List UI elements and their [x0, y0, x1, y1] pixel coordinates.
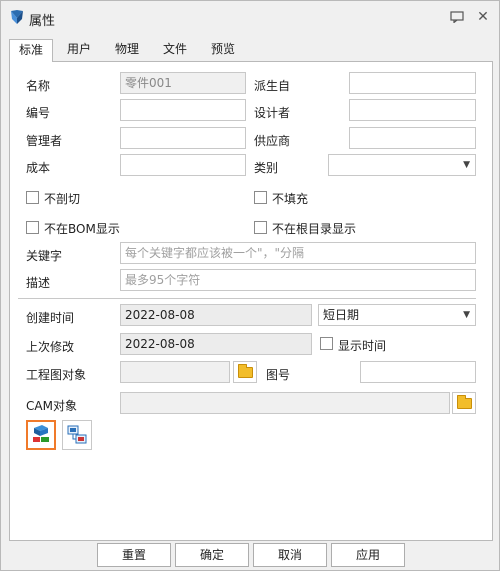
tab-preview[interactable]: 预览	[205, 39, 241, 61]
no-section-label: 不剖切	[44, 192, 81, 206]
divider	[18, 298, 476, 299]
standard-panel: 名称 零件001 派生自 编号 设计者 管理者 供应商 成本 类别 ▼ 不剖切 …	[9, 61, 493, 541]
drawing-browse-button[interactable]	[233, 361, 257, 383]
close-icon[interactable]: ✕	[473, 7, 493, 27]
cam-browse-button[interactable]	[452, 392, 476, 414]
designer-field[interactable]	[349, 99, 476, 121]
assembly-object-button[interactable]	[62, 420, 92, 450]
category-label: 类别	[254, 161, 279, 175]
apply-button[interactable]: 应用	[331, 543, 405, 567]
cam-object-field[interactable]	[120, 392, 450, 414]
properties-dialog: 属性 ✕ 标准 用户 物理 文件 预览 名称 零件001 派生自 编号 设计者 …	[0, 0, 500, 571]
manager-label: 管理者	[26, 134, 63, 148]
no-section-checkbox[interactable]	[26, 191, 39, 204]
chevron-down-icon: ▼	[463, 310, 470, 320]
cost-label: 成本	[26, 161, 51, 175]
show-time-checkbox[interactable]	[320, 337, 333, 350]
keywords-field[interactable]: 每个关键字都应该被一个"，"分隔	[120, 242, 476, 264]
ok-button[interactable]: 确定	[175, 543, 249, 567]
tab-user[interactable]: 用户	[61, 39, 97, 61]
folder-icon	[238, 364, 253, 378]
keywords-label: 关键字	[26, 249, 63, 263]
part-object-button[interactable]	[26, 420, 56, 450]
title-bar: 属性 ✕	[1, 1, 499, 33]
no-fill-checkbox[interactable]	[254, 191, 267, 204]
drawing-number-label: 图号	[266, 368, 291, 382]
supplier-label: 供应商	[254, 134, 291, 148]
drawing-object-field[interactable]	[120, 361, 230, 383]
no-bom-label: 不在BOM显示	[44, 222, 120, 236]
derived-from-label: 派生自	[254, 79, 291, 93]
cost-field[interactable]	[120, 154, 246, 176]
chevron-down-icon: ▼	[463, 160, 470, 170]
drawing-number-field[interactable]	[360, 361, 476, 383]
date-format-select[interactable]: 短日期 ▼	[318, 304, 476, 326]
window-title: 属性	[29, 14, 56, 29]
drawing-object-label: 工程图对象	[26, 368, 87, 382]
tab-standard[interactable]: 标准	[9, 39, 53, 62]
description-label: 描述	[26, 276, 51, 290]
assembly-icon	[67, 425, 87, 444]
no-fill-label: 不填充	[272, 192, 309, 206]
number-field[interactable]	[120, 99, 246, 121]
supplier-field[interactable]	[349, 127, 476, 149]
tab-physical[interactable]: 物理	[109, 39, 145, 61]
created-label: 创建时间	[26, 311, 75, 325]
modified-label: 上次修改	[26, 340, 75, 354]
app-logo-icon	[11, 10, 23, 24]
designer-label: 设计者	[254, 106, 291, 120]
modified-date-field[interactable]: 2022-08-08	[120, 333, 312, 355]
no-root-checkbox[interactable]	[254, 221, 267, 234]
part-icon	[33, 425, 49, 442]
cam-object-label: CAM对象	[26, 399, 77, 413]
created-date-field[interactable]: 2022-08-08	[120, 304, 312, 326]
tab-file[interactable]: 文件	[157, 39, 193, 61]
show-time-label: 显示时间	[338, 339, 387, 353]
description-field[interactable]: 最多95个字符	[120, 269, 476, 291]
derived-from-field[interactable]	[349, 72, 476, 94]
cancel-button[interactable]: 取消	[253, 543, 327, 567]
help-icon[interactable]	[447, 7, 467, 27]
date-format-value: 短日期	[323, 308, 360, 322]
no-bom-checkbox[interactable]	[26, 221, 39, 234]
name-label: 名称	[26, 79, 51, 93]
name-field[interactable]: 零件001	[120, 72, 246, 94]
category-select[interactable]: ▼	[328, 154, 476, 176]
manager-field[interactable]	[120, 127, 246, 149]
reset-button[interactable]: 重置	[97, 543, 171, 567]
folder-icon	[457, 395, 472, 409]
no-root-label: 不在根目录显示	[272, 222, 357, 236]
number-label: 编号	[26, 106, 51, 120]
